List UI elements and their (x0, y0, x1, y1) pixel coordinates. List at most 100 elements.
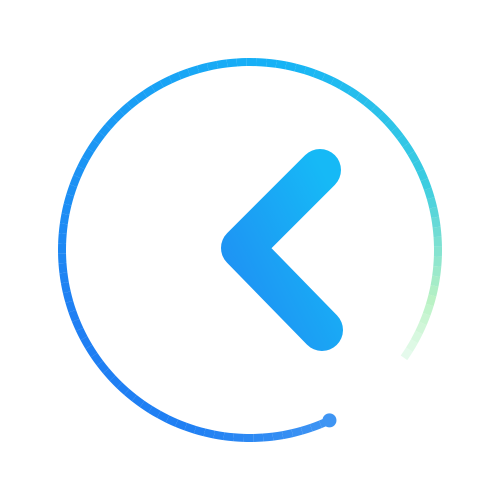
ring-segment (422, 303, 434, 316)
ring-segment (61, 203, 72, 215)
k-logo-icon: K (58, 58, 442, 442)
ring-segment (285, 61, 297, 72)
ring-segment (262, 432, 274, 442)
ring-segment (430, 275, 441, 287)
ring-end-cap (322, 413, 337, 428)
ring-segment (433, 256, 442, 267)
ring-segment (59, 272, 69, 284)
ring-segment (233, 433, 244, 442)
ring-segment (68, 309, 80, 322)
ring-segment (66, 184, 78, 197)
app-logo-canvas: K (0, 0, 500, 500)
ring-segment (59, 213, 70, 225)
ring-segment (139, 400, 153, 413)
ring-segment (80, 336, 93, 349)
ring-segment (355, 92, 369, 106)
ring-segment (330, 77, 344, 90)
ring-segment (203, 428, 215, 439)
ring-segment (60, 281, 71, 294)
ring-segment (65, 300, 77, 313)
ring-segment (312, 69, 326, 81)
ring-segment (148, 406, 161, 418)
ring-segment (291, 426, 303, 438)
ring-segment (87, 139, 100, 153)
ring-segment (206, 60, 219, 71)
ring-segment (396, 134, 410, 148)
ring-segment (321, 73, 335, 85)
ring-segment (96, 360, 110, 374)
ring-segment (425, 294, 437, 307)
ring-segment (187, 65, 200, 77)
ring-segment (71, 318, 84, 332)
ring-segment (174, 419, 188, 431)
ring-segment (98, 124, 112, 137)
ring-segment (178, 68, 191, 80)
ring-segment (142, 85, 156, 98)
ring-segment (58, 223, 68, 234)
ring-segment (281, 429, 294, 440)
ring-segment (300, 423, 313, 435)
ring-segment (116, 382, 130, 395)
ring-segment (119, 102, 132, 116)
ring-segment (275, 59, 287, 70)
ring-segment (77, 156, 90, 170)
ring-segment (226, 58, 238, 68)
ring-segment (184, 422, 197, 434)
ring-segment (412, 159, 425, 173)
ring-segment (193, 425, 206, 437)
ring-segment (102, 368, 116, 381)
ring-segment (82, 148, 94, 161)
ring-segment (406, 339, 418, 352)
ring-segment (390, 126, 404, 140)
ring-segment (256, 58, 267, 67)
ring-segment (62, 291, 74, 303)
ring-segment (416, 168, 429, 182)
ring-segment (151, 80, 164, 93)
ring-segment (111, 109, 125, 123)
ring-segment (420, 178, 432, 191)
ring-segment (431, 216, 441, 228)
ring-segment (309, 420, 322, 432)
ring-segment (159, 75, 173, 88)
ring-segment (69, 174, 81, 188)
ring-segment (92, 131, 106, 145)
ring-segment (109, 375, 123, 389)
ring-segment (402, 142, 415, 156)
ring-segment (197, 62, 209, 74)
ring-segment (384, 119, 398, 132)
ring-segment (223, 432, 234, 442)
ring-segment (266, 58, 277, 68)
ring-segment (419, 312, 431, 326)
ring-segment (339, 82, 352, 94)
ring-segment (432, 226, 442, 238)
ring-segment (347, 87, 361, 100)
ring-segment (272, 431, 284, 441)
ring-segment (134, 90, 148, 104)
ring-segment (156, 410, 170, 423)
ring-segment (428, 285, 439, 297)
ring-segment (165, 415, 179, 427)
ring-segment (216, 59, 228, 69)
ring-segment (105, 116, 118, 130)
ring-segment (73, 165, 85, 179)
letter-k-icon (175, 149, 343, 353)
ring-segment (85, 344, 98, 358)
ring-segment (131, 394, 145, 408)
ring-segment (410, 330, 423, 344)
ring-segment (432, 266, 442, 277)
ring-segment (423, 187, 435, 200)
ring-segment (303, 66, 316, 78)
ring-segment (124, 388, 137, 402)
ring-segment (294, 63, 307, 75)
ring-segment (377, 111, 391, 125)
ring-segment (63, 193, 75, 206)
ring-segment (126, 96, 140, 110)
ring-segment (58, 233, 67, 244)
ring-segment (168, 71, 182, 84)
ring-segment (75, 327, 88, 341)
ring-segment (370, 105, 384, 118)
ring-segment (90, 352, 104, 366)
ring-segment (58, 262, 68, 274)
ring-segment (400, 347, 413, 361)
ring-segment (363, 98, 376, 112)
